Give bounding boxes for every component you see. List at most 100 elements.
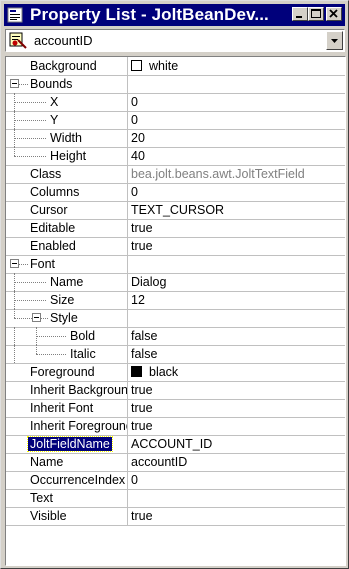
property-value-cell[interactable]: true bbox=[128, 219, 345, 238]
property-row[interactable]: Inherit Foreground true bbox=[6, 417, 345, 436]
property-name-cell[interactable]: Size bbox=[6, 291, 128, 310]
property-row[interactable]: Editable true bbox=[6, 219, 345, 238]
property-value-cell[interactable]: bea.jolt.beans.awt.JoltTextField bbox=[128, 165, 345, 184]
property-row[interactable]: Inherit Font true bbox=[6, 399, 345, 418]
property-name-cell[interactable]: Class bbox=[6, 165, 128, 184]
property-value-cell[interactable]: true bbox=[128, 381, 345, 400]
property-row[interactable]: Size 12 bbox=[6, 291, 345, 310]
property-value-cell[interactable] bbox=[128, 75, 345, 94]
property-row[interactable]: Bold false bbox=[6, 327, 345, 346]
property-row[interactable]: JoltFieldName ACCOUNT_ID bbox=[6, 435, 345, 454]
minimize-button[interactable] bbox=[292, 7, 308, 21]
collapse-icon[interactable] bbox=[10, 79, 19, 88]
property-row[interactable]: Foreground black bbox=[6, 363, 345, 382]
property-value-cell[interactable] bbox=[128, 309, 345, 328]
property-value: true bbox=[131, 383, 153, 397]
property-value-cell[interactable]: Dialog bbox=[128, 273, 345, 292]
property-name-cell[interactable]: Bold bbox=[6, 327, 128, 346]
property-row[interactable]: Bounds bbox=[6, 75, 345, 94]
property-name-cell[interactable]: Columns bbox=[6, 183, 128, 202]
property-name: Background bbox=[30, 59, 97, 73]
property-value: bea.jolt.beans.awt.JoltTextField bbox=[131, 167, 305, 181]
property-value-cell[interactable]: 0 bbox=[128, 93, 345, 112]
property-row[interactable]: Style bbox=[6, 309, 345, 328]
property-name-cell[interactable]: Italic bbox=[6, 345, 128, 364]
property-name-cell[interactable]: OccurrenceIndex bbox=[6, 471, 128, 490]
property-value-cell[interactable] bbox=[128, 255, 345, 274]
property-name-cell[interactable]: Width bbox=[6, 129, 128, 148]
color-swatch bbox=[131, 60, 142, 71]
tree-connector bbox=[36, 336, 66, 337]
property-row[interactable]: Font bbox=[6, 255, 345, 274]
collapse-icon[interactable] bbox=[32, 313, 41, 322]
property-value-cell[interactable]: true bbox=[128, 417, 345, 436]
property-name-cell[interactable]: Y bbox=[6, 111, 128, 130]
property-row[interactable]: Cursor TEXT_CURSOR bbox=[6, 201, 345, 220]
property-value-cell[interactable]: 12 bbox=[128, 291, 345, 310]
tree-connector bbox=[14, 345, 15, 363]
collapse-icon[interactable] bbox=[10, 259, 19, 268]
property-row[interactable]: Class bea.jolt.beans.awt.JoltTextField bbox=[6, 165, 345, 184]
property-name-cell[interactable]: Height bbox=[6, 147, 128, 166]
property-name: OccurrenceIndex bbox=[30, 473, 126, 487]
property-name-cell[interactable]: Text bbox=[6, 489, 128, 508]
property-value-cell[interactable]: false bbox=[128, 345, 345, 364]
property-value-cell[interactable]: 0 bbox=[128, 111, 345, 130]
property-name: Bold bbox=[70, 329, 96, 343]
property-name-cell[interactable]: Enabled bbox=[6, 237, 128, 256]
maximize-button[interactable] bbox=[308, 7, 324, 21]
property-value-cell[interactable]: 40 bbox=[128, 147, 345, 166]
close-button[interactable] bbox=[326, 7, 342, 21]
property-name-cell[interactable]: Style bbox=[6, 309, 128, 328]
property-name-cell[interactable]: Visible bbox=[6, 507, 128, 526]
property-row[interactable]: X0 bbox=[6, 93, 345, 112]
property-value-cell[interactable]: true bbox=[128, 507, 345, 526]
property-value: ACCOUNT_ID bbox=[131, 437, 213, 451]
property-name-cell[interactable]: X bbox=[6, 93, 128, 112]
property-value-cell[interactable]: ACCOUNT_ID bbox=[128, 435, 345, 454]
property-row[interactable]: Height 40 bbox=[6, 147, 345, 166]
property-grid[interactable]: Background white Bounds X 0 Y 0 Width 20 Height 40… bbox=[5, 56, 346, 566]
property-name-cell[interactable]: Foreground bbox=[6, 363, 128, 382]
property-name-cell[interactable]: JoltFieldName bbox=[6, 435, 128, 454]
property-name-cell[interactable]: Background bbox=[6, 57, 128, 76]
property-value-cell[interactable] bbox=[128, 489, 345, 508]
property-value-cell[interactable]: black bbox=[128, 363, 345, 382]
property-value: true bbox=[131, 401, 153, 415]
property-value-cell[interactable]: true bbox=[128, 399, 345, 418]
property-name-cell[interactable]: Cursor bbox=[6, 201, 128, 220]
property-name-cell[interactable]: Name bbox=[6, 453, 128, 472]
property-value-cell[interactable]: false bbox=[128, 327, 345, 346]
property-value-cell[interactable]: 0 bbox=[128, 183, 345, 202]
property-value-cell[interactable]: white bbox=[128, 57, 345, 76]
property-value-cell[interactable]: 20 bbox=[128, 129, 345, 148]
property-row[interactable]: OccurrenceIndex 0 bbox=[6, 471, 345, 490]
property-row[interactable]: Name accountID bbox=[6, 453, 345, 472]
property-value-cell[interactable]: 0 bbox=[128, 471, 345, 490]
property-row[interactable]: Enabled true bbox=[6, 237, 345, 256]
property-row[interactable]: Background white bbox=[6, 57, 345, 76]
component-selector[interactable]: accountID bbox=[5, 29, 345, 52]
property-name-cell[interactable]: Inherit Font bbox=[6, 399, 128, 418]
property-row[interactable]: Italic false bbox=[6, 345, 345, 364]
property-name-cell[interactable]: Inherit Background bbox=[6, 381, 128, 400]
property-value-cell[interactable]: true bbox=[128, 237, 345, 256]
property-name-cell[interactable]: Inherit Foreground bbox=[6, 417, 128, 436]
property-name-cell[interactable]: Font bbox=[6, 255, 128, 274]
property-value-cell[interactable]: accountID bbox=[128, 453, 345, 472]
property-row[interactable]: Width 20 bbox=[6, 129, 345, 148]
minimize-icon bbox=[296, 16, 302, 18]
tree-connector bbox=[19, 84, 28, 85]
property-row[interactable]: Name Dialog bbox=[6, 273, 345, 292]
property-row[interactable]: Y0 bbox=[6, 111, 345, 130]
property-name-cell[interactable]: Bounds bbox=[6, 75, 128, 94]
property-row[interactable]: Text bbox=[6, 489, 345, 508]
property-row[interactable]: Columns 0 bbox=[6, 183, 345, 202]
dropdown-button[interactable] bbox=[326, 31, 343, 50]
title-bar[interactable]: Property List - JoltBeanDev... bbox=[4, 4, 345, 26]
property-name-cell[interactable]: Editable bbox=[6, 219, 128, 238]
property-row[interactable]: Inherit Background true bbox=[6, 381, 345, 400]
property-name-cell[interactable]: Name bbox=[6, 273, 128, 292]
property-row[interactable]: Visible true bbox=[6, 507, 345, 526]
property-value-cell[interactable]: TEXT_CURSOR bbox=[128, 201, 345, 220]
